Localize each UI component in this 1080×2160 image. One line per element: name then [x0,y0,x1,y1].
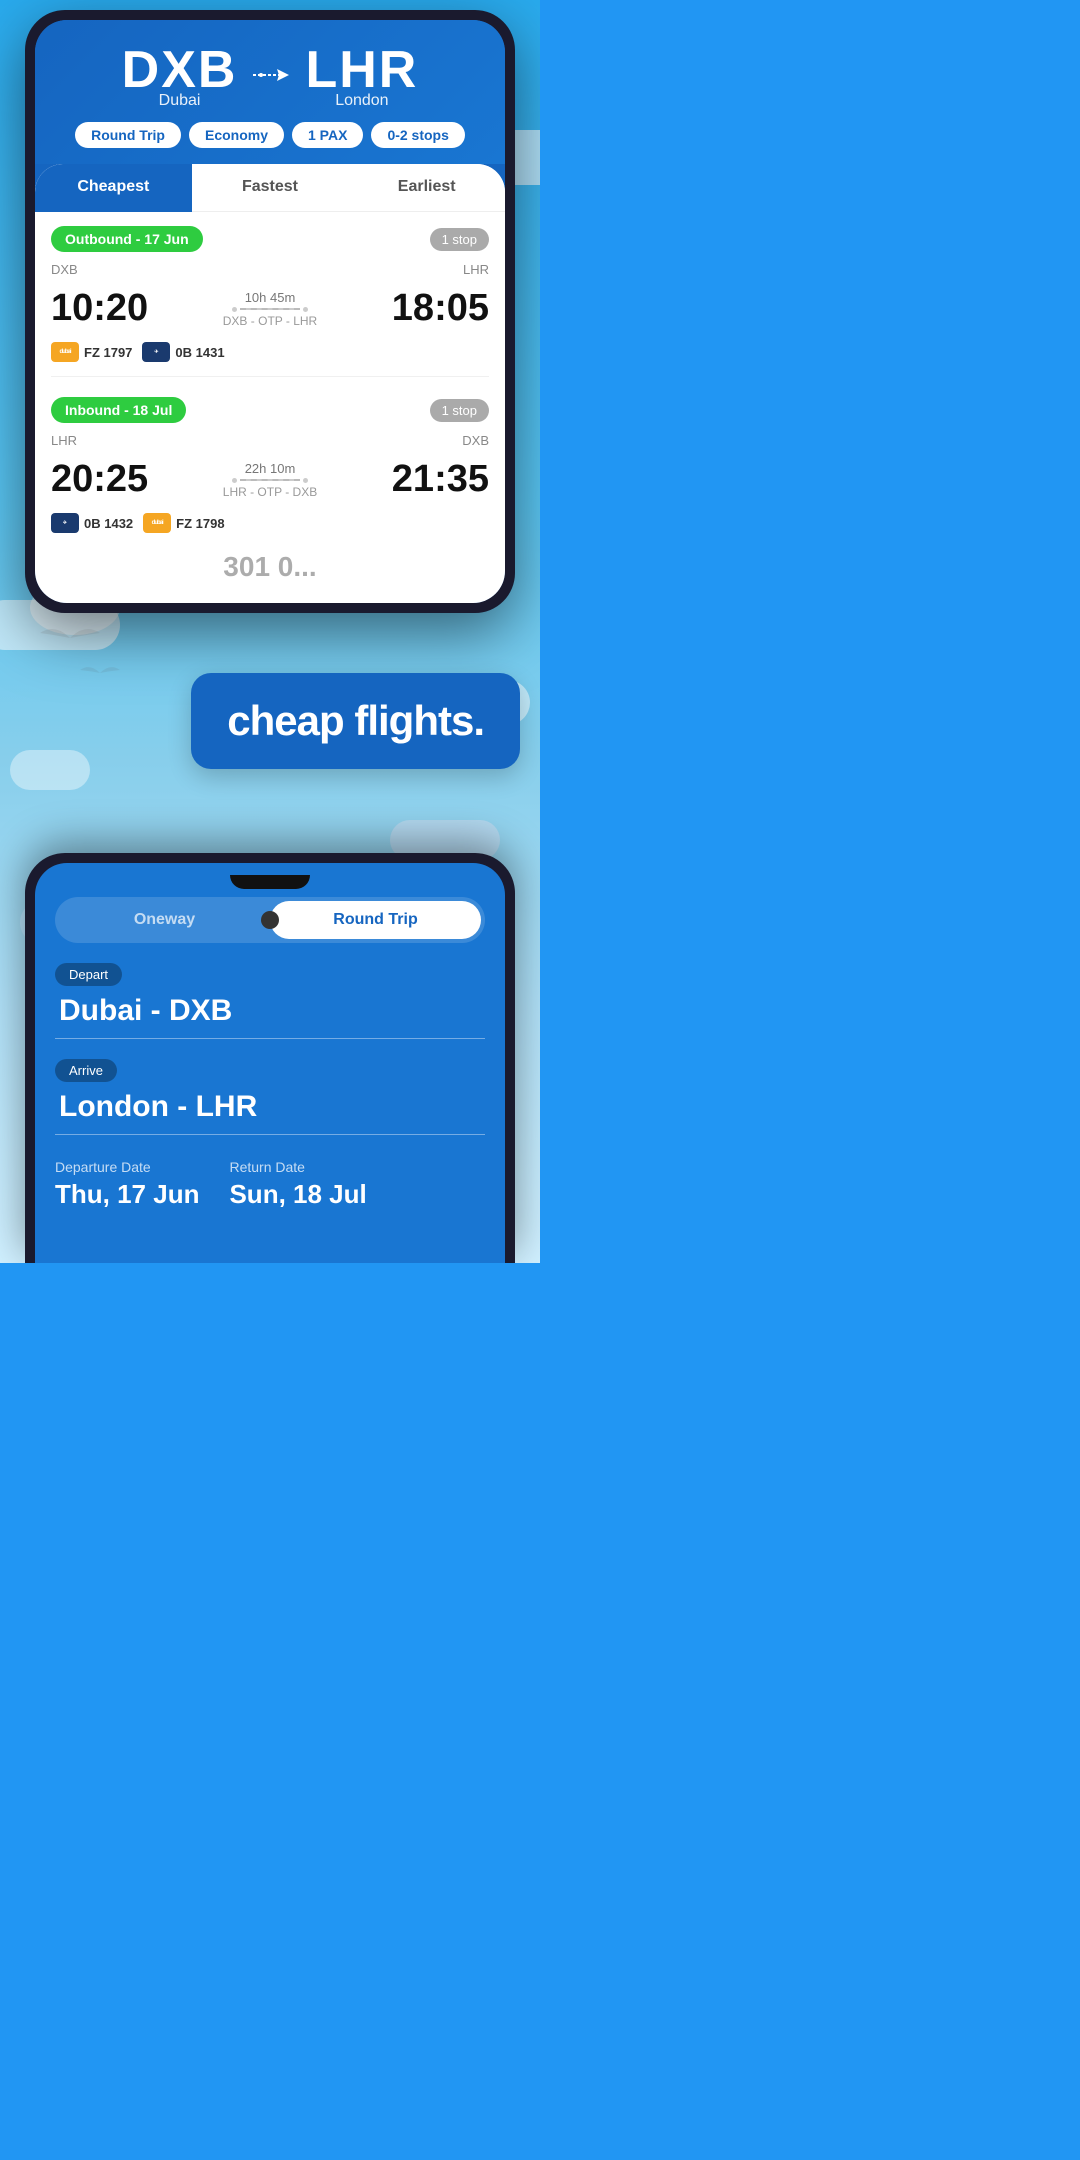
cheap-flights-bubble: cheap flights. [191,673,520,769]
trip-type-selector[interactable]: Oneway Round Trip [55,897,485,943]
outbound-airline2-code: 0B 1431 [175,345,224,360]
phone-2: Oneway Round Trip Depart Dubai - DXB Arr… [25,853,515,1263]
departure-date-col[interactable]: Departure Date Thu, 17 Jun [55,1159,199,1210]
inbound-airline2: dubai FZ 1798 [143,513,224,533]
outbound-airline2: ✈ 0B 1431 [142,342,224,362]
outbound-airlines: dubai FZ 1797 ✈ 0B 1431 [35,338,505,370]
inbound-airlines: ✈ 0B 1432 dubai FZ 1798 [35,509,505,541]
inbound-airline1-logo: ✈ [51,513,79,533]
outbound-stops: 1 stop [430,228,489,251]
cheap-flights-tagline: cheap flights. [227,697,484,745]
inbound-flight-row: 20:25 22h 10m LHR - OTP - DXB 21:35 [35,454,505,509]
inbound-badge: Inbound - 18 Jul [51,397,186,423]
inbound-middle: 22h 10m LHR - OTP - DXB [148,461,392,499]
oneway-option[interactable]: Oneway [59,901,270,939]
arrive-label: Arrive [55,1059,117,1082]
dates-row: Departure Date Thu, 17 Jun Return Date S… [35,1159,505,1210]
phone1-header: DXB Dubai LHR London [35,20,505,164]
notch [230,875,310,889]
outbound-arrive-time: 18:05 [392,287,489,330]
inbound-depart-time: 20:25 [51,458,148,501]
results-card: Cheapest Fastest Earliest Outbound - 17 … [35,164,505,603]
inbound-route: LHR - OTP - DXB [148,485,392,499]
arrive-value[interactable]: London - LHR [55,1090,485,1135]
outbound-duration: 10h 45m [148,290,392,305]
trip-toggle-dot [261,911,279,929]
inbound-airline1-code: 0B 1432 [84,516,133,531]
plane-icon [249,61,293,89]
outbound-to-label: LHR [463,262,489,277]
tab-cheapest[interactable]: Cheapest [35,164,192,212]
tab-earliest[interactable]: Earliest [348,164,505,212]
arrive-field[interactable]: Arrive London - LHR [35,1059,505,1135]
outbound-airline2-logo: ✈ [142,342,170,362]
inbound-header: Inbound - 18 Jul 1 stop [35,383,505,433]
inbound-dots [148,478,392,483]
middle-section: cheap flights. [0,603,540,823]
origin-code: DXB [122,40,238,100]
dest-code: LHR [305,40,418,100]
return-date-col[interactable]: Return Date Sun, 18 Jul [229,1159,366,1210]
outbound-from-label: DXB [51,262,78,277]
outbound-airline1-code: FZ 1797 [84,345,132,360]
trip-type-pill[interactable]: Round Trip [75,122,181,148]
outbound-middle: 10h 45m DXB - OTP - LHR [148,290,392,328]
pax-pill[interactable]: 1 PAX [292,122,363,148]
departure-date-label: Departure Date [55,1159,199,1175]
inbound-airline2-code: FZ 1798 [176,516,224,531]
inbound-duration: 22h 10m [148,461,392,476]
inbound-airline2-logo: dubai [143,513,171,533]
tabs-row: Cheapest Fastest Earliest [35,164,505,212]
outbound-dots [148,307,392,312]
outbound-airline1-logo: dubai [51,342,79,362]
return-date-label: Return Date [229,1159,366,1175]
outbound-route: DXB - OTP - LHR [148,314,392,328]
outbound-header: Outbound - 17 Jun 1 stop [35,212,505,262]
outbound-flight-row: 10:20 10h 45m DXB - OTP - LHR 18:05 [35,283,505,338]
departure-date-value: Thu, 17 Jun [55,1179,199,1210]
phone2-notch [35,863,505,897]
cabin-pill[interactable]: Economy [189,122,284,148]
outbound-route-labels: DXB LHR [35,262,505,277]
depart-value[interactable]: Dubai - DXB [55,994,485,1039]
inbound-from-label: LHR [51,433,77,448]
inbound-stops: 1 stop [430,399,489,422]
phone-1: DXB Dubai LHR London [25,10,515,613]
roundtrip-option[interactable]: Round Trip [270,901,481,939]
inbound-route-labels: LHR DXB [35,433,505,448]
depart-field[interactable]: Depart Dubai - DXB [35,963,505,1039]
return-date-value: Sun, 18 Jul [229,1179,366,1210]
inbound-arrive-time: 21:35 [392,458,489,501]
price-hint: 301 0... [35,541,505,583]
outbound-badge: Outbound - 17 Jun [51,226,203,252]
tab-fastest[interactable]: Fastest [192,164,349,212]
outbound-depart-time: 10:20 [51,287,148,330]
depart-label: Depart [55,963,122,986]
outbound-airline1: dubai FZ 1797 [51,342,132,362]
inbound-airline1: ✈ 0B 1432 [51,513,133,533]
stops-pill[interactable]: 0-2 stops [371,122,464,148]
inbound-to-label: DXB [462,433,489,448]
